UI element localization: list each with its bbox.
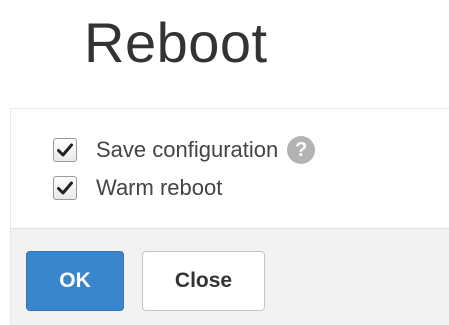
dialog-body: Save configuration ? Warm reboot: [10, 108, 449, 229]
save-configuration-label: Save configuration: [96, 137, 279, 162]
reboot-dialog: Reboot Save configuration ? Warm reboot …: [0, 0, 449, 325]
dialog-title: Reboot: [84, 11, 268, 74]
warm-reboot-checkbox[interactable]: [53, 176, 77, 200]
ok-button[interactable]: OK: [26, 251, 124, 311]
checkmark-icon: [57, 143, 73, 157]
save-configuration-option: Save configuration ?: [53, 135, 316, 165]
save-configuration-checkbox[interactable]: [53, 138, 77, 162]
dialog-footer: OK Close: [10, 228, 449, 325]
warm-reboot-option: Warm reboot: [53, 173, 222, 203]
checkmark-icon: [57, 181, 73, 195]
question-circle-icon[interactable]: ?: [287, 136, 316, 164]
close-button[interactable]: Close: [142, 251, 265, 311]
warm-reboot-label: Warm reboot: [96, 175, 223, 200]
